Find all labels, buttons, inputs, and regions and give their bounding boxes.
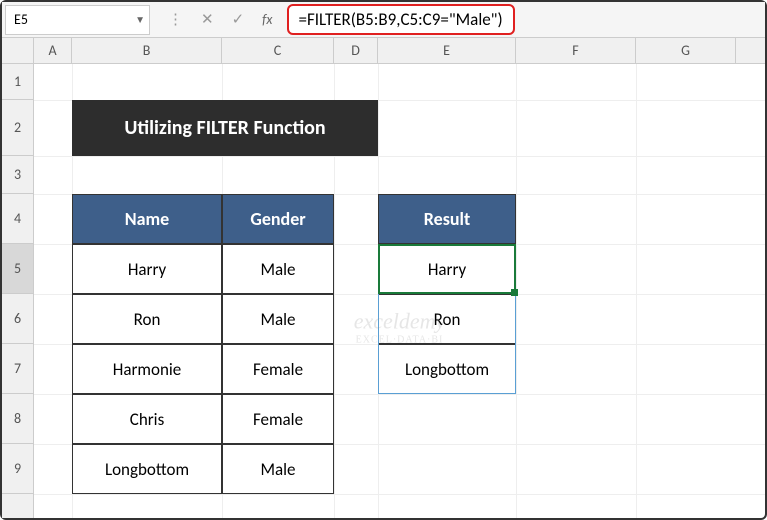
cell-gender[interactable]: Female (222, 344, 334, 394)
row-header-1[interactable]: 1 (2, 64, 33, 100)
cell-gender[interactable]: Female (222, 394, 334, 444)
row-header-7[interactable]: 7 (2, 344, 33, 394)
row-header-3[interactable]: 3 (2, 156, 33, 194)
col-header-F[interactable]: F (516, 38, 636, 63)
header-gender: Gender (222, 194, 334, 244)
spreadsheet-grid[interactable]: Utilizing FILTER Function Name Gender Ha… (34, 64, 765, 518)
page-title: Utilizing FILTER Function (72, 100, 378, 156)
header-result: Result (378, 194, 516, 244)
formula-bar-buttons: ⋮ ✕ ✓ (150, 10, 262, 29)
cell-gender[interactable]: Male (222, 244, 334, 294)
row-header-8[interactable]: 8 (2, 394, 33, 444)
result-cell[interactable]: Harry (378, 244, 516, 294)
table-row: Ron Male (72, 294, 334, 344)
table-row: Harry Male (72, 244, 334, 294)
cell-gender[interactable]: Male (222, 444, 334, 494)
row-header-2[interactable]: 2 (2, 100, 33, 156)
table-row: Chris Female (72, 394, 334, 444)
result-table: Result Harry Ron Longbottom (378, 194, 516, 394)
cell-name[interactable]: Longbottom (72, 444, 222, 494)
result-cell[interactable]: Longbottom (378, 344, 516, 394)
cancel-icon[interactable]: ✕ (201, 10, 214, 29)
table-row: Harmonie Female (72, 344, 334, 394)
table-row: Longbottom Male (72, 444, 334, 494)
header-name: Name (72, 194, 222, 244)
cell-name[interactable]: Harmonie (72, 344, 222, 394)
column-headers: A B C D E F G (2, 38, 765, 64)
cell-gender[interactable]: Male (222, 294, 334, 344)
col-header-D[interactable]: D (334, 38, 378, 63)
confirm-icon[interactable]: ✓ (232, 10, 245, 29)
cell-name[interactable]: Ron (72, 294, 222, 344)
fx-icon[interactable]: fx (262, 11, 272, 28)
row-header-9[interactable]: 9 (2, 444, 33, 494)
col-header-B[interactable]: B (72, 38, 222, 63)
col-header-A[interactable]: A (34, 38, 72, 63)
formula-input[interactable]: =FILTER(B5:B9,C5:C9="Male") (287, 4, 515, 35)
row-header-6[interactable]: 6 (2, 294, 33, 344)
name-box-value: E5 (14, 11, 28, 28)
name-box-dropdown-icon[interactable]: ▼ (135, 13, 145, 26)
col-header-E[interactable]: E (378, 38, 516, 63)
result-cell[interactable]: Ron (378, 294, 516, 344)
formula-edit-icon[interactable]: ⋮ (168, 10, 183, 29)
name-box[interactable]: E5 ▼ (5, 5, 150, 35)
row-header-5[interactable]: 5 (2, 244, 33, 294)
cell-name[interactable]: Harry (72, 244, 222, 294)
row-header-4[interactable]: 4 (2, 194, 33, 244)
col-header-G[interactable]: G (636, 38, 736, 63)
select-all-corner[interactable] (2, 38, 34, 63)
cell-name[interactable]: Chris (72, 394, 222, 444)
col-header-C[interactable]: C (222, 38, 334, 63)
formula-bar: E5 ▼ ⋮ ✕ ✓ fx =FILTER(B5:B9,C5:C9="Male"… (2, 2, 765, 38)
data-table: Name Gender Harry Male Ron Male Harmonie… (72, 194, 334, 494)
row-headers: 1 2 3 4 5 6 7 8 9 (2, 64, 34, 518)
